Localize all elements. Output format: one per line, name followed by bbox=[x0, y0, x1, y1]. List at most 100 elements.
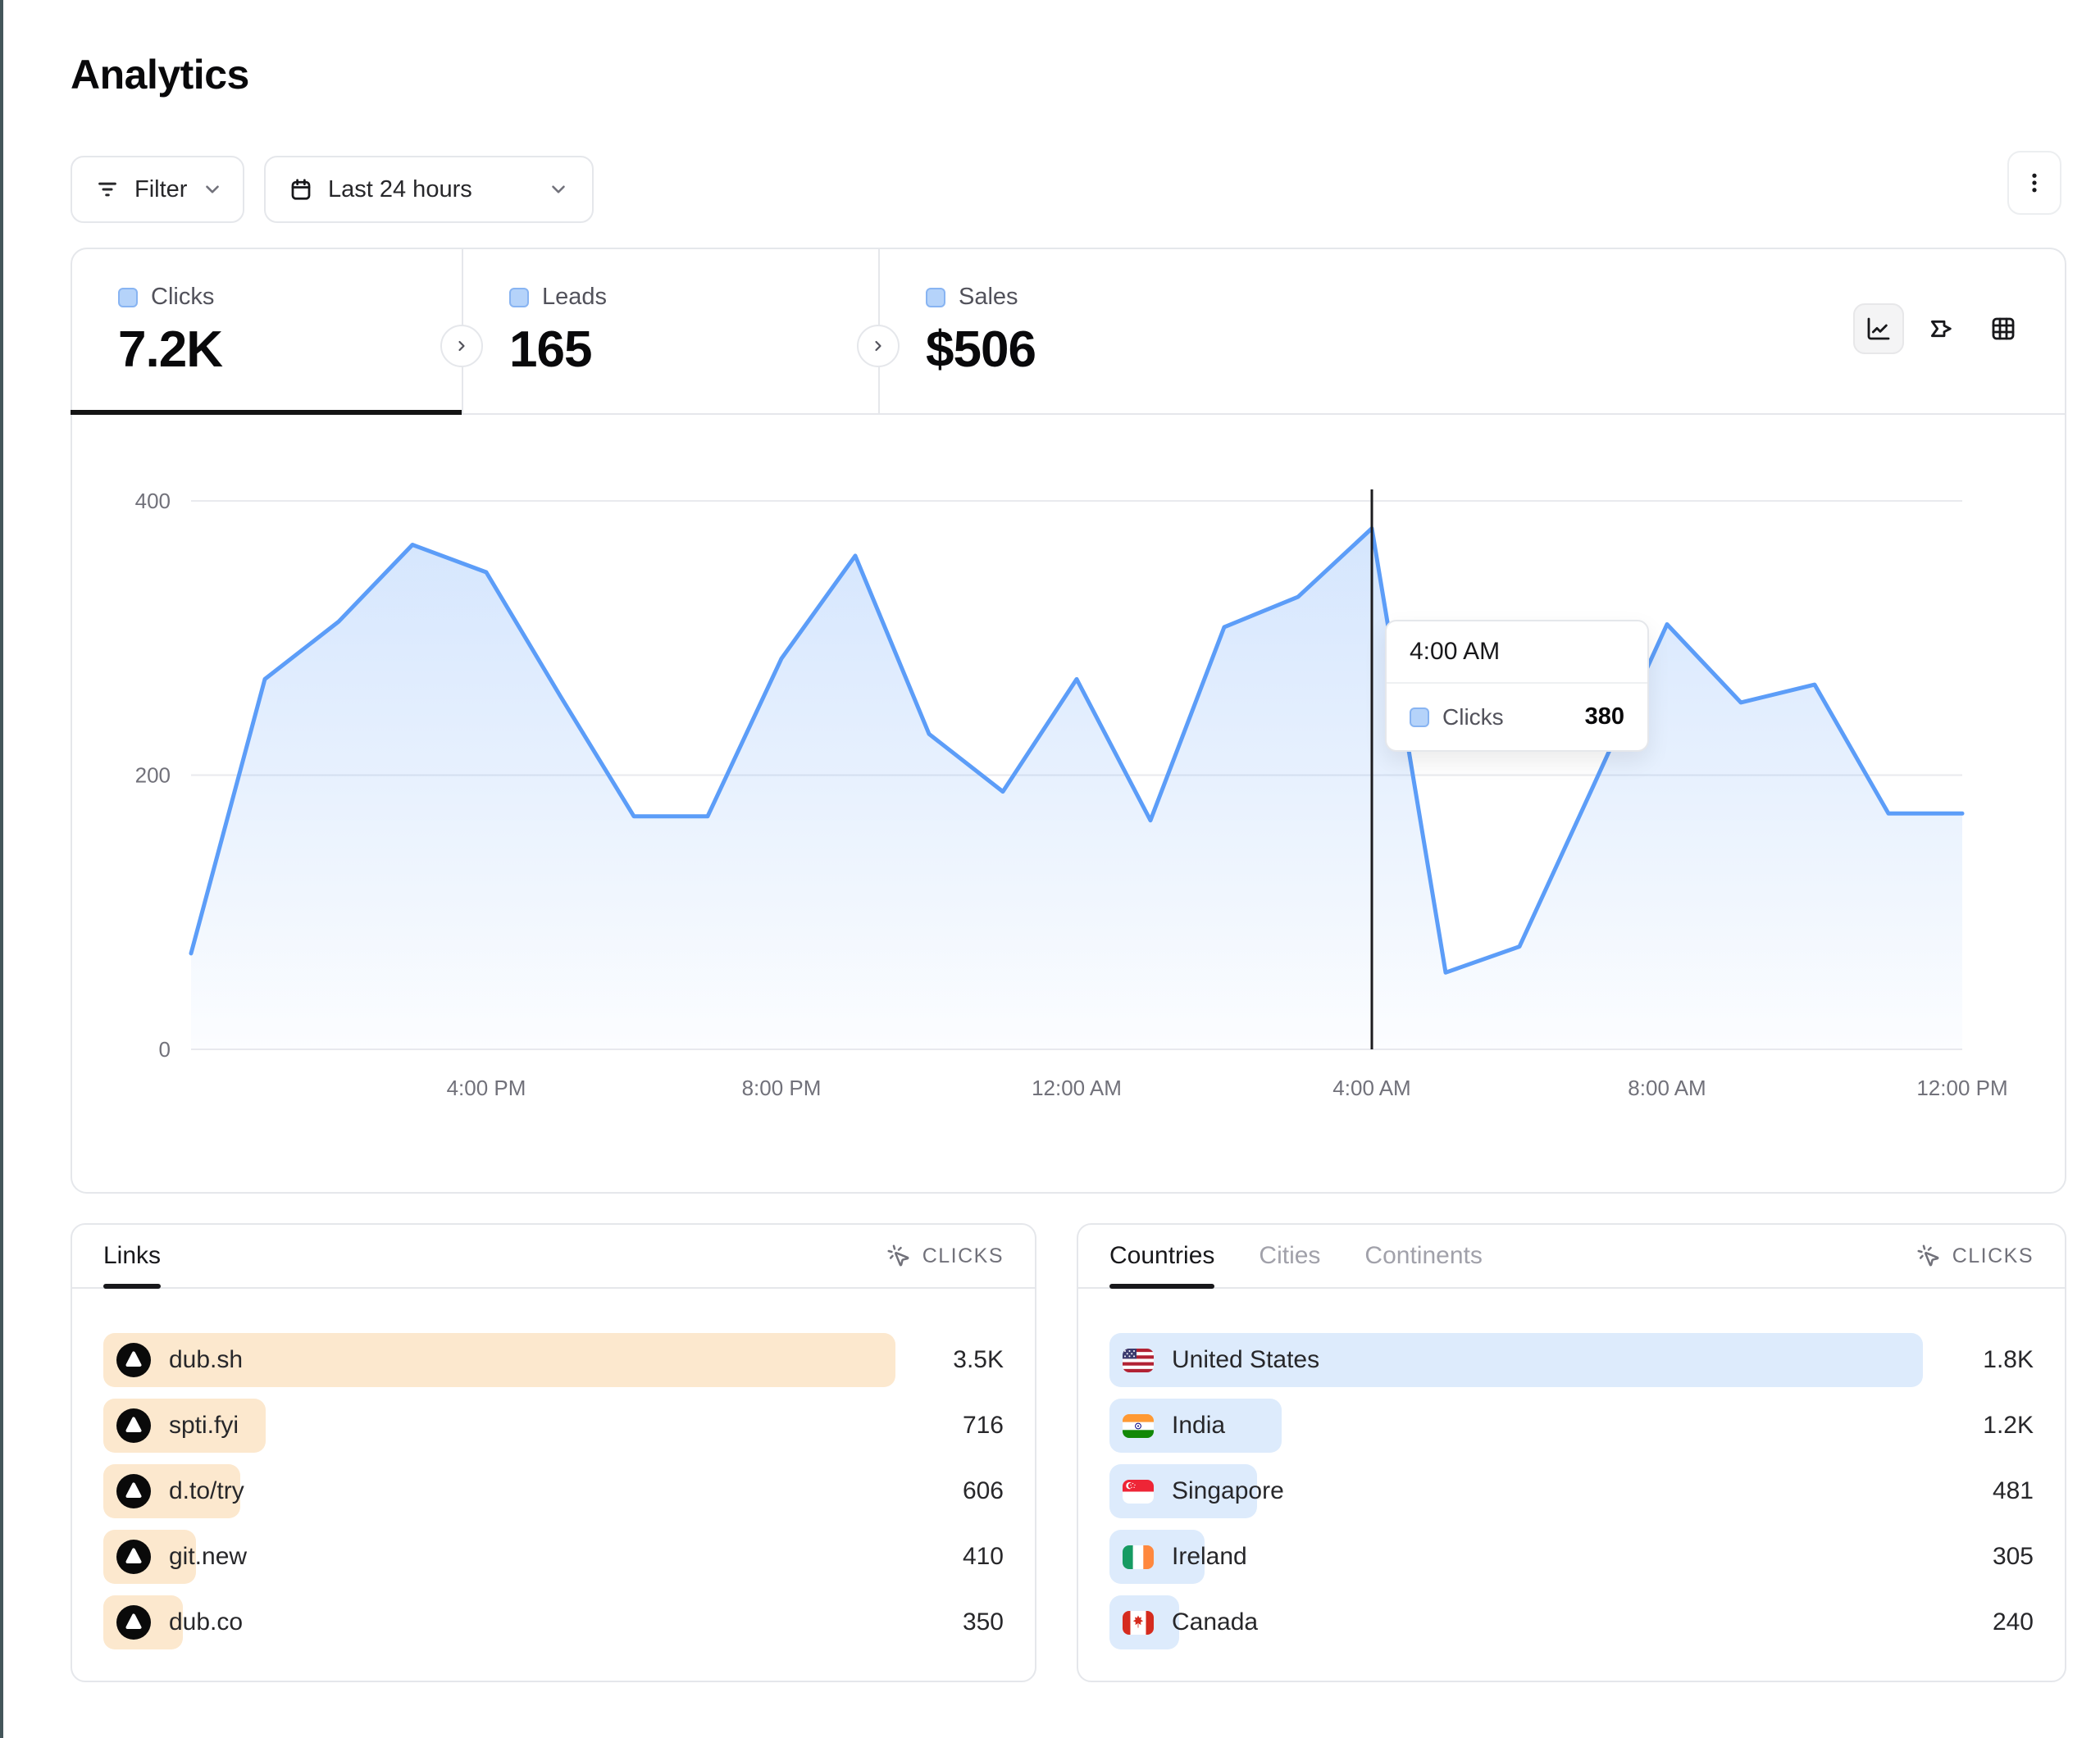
chart-canvas[interactable]: 02004004:00 PM8:00 PM12:00 AM4:00 AM8:00… bbox=[72, 413, 2065, 1192]
tooltip-series-label: Clicks bbox=[1442, 704, 1504, 730]
line-chart-toggle[interactable] bbox=[1853, 303, 1904, 354]
tab-continents[interactable]: Continents bbox=[1364, 1225, 1482, 1287]
y-axis-label: 200 bbox=[135, 763, 171, 788]
item-label: git.new bbox=[169, 1543, 247, 1571]
countries-metric-header[interactable]: CLICKS bbox=[1916, 1244, 2034, 1268]
item-label: Ireland bbox=[1172, 1543, 1247, 1571]
india-flag-icon bbox=[1123, 1414, 1154, 1438]
item-value: 305 bbox=[1993, 1530, 2034, 1584]
list-item[interactable]: dub.sh 3.5K bbox=[103, 1333, 1004, 1387]
stat-label: Clicks bbox=[151, 284, 214, 311]
chart-tooltip: 4:00 AM Clicks 380 bbox=[1385, 620, 1649, 752]
item-value: 716 bbox=[963, 1399, 1004, 1453]
dub-logo-icon bbox=[116, 1474, 151, 1508]
list-item[interactable]: Singapore 481 bbox=[1109, 1464, 2034, 1518]
stat-label: Sales bbox=[959, 284, 1018, 311]
stat-value: 165 bbox=[509, 321, 878, 379]
metric-label: CLICKS bbox=[922, 1244, 1004, 1268]
stat-tabs-row: Clicks 7.2K Leads 165 Sales $506 bbox=[72, 249, 2065, 415]
item-label: Canada bbox=[1172, 1608, 1258, 1636]
us-flag-icon bbox=[1123, 1349, 1154, 1372]
y-axis-label: 0 bbox=[159, 1037, 171, 1062]
item-label: d.to/try bbox=[169, 1477, 244, 1505]
table-grid-icon bbox=[1990, 316, 2016, 342]
tab-countries[interactable]: Countries bbox=[1109, 1225, 1214, 1287]
cursor-click-icon bbox=[1916, 1244, 1941, 1268]
chevron-right-icon bbox=[453, 338, 470, 354]
filter-button-label: Filter bbox=[134, 176, 187, 203]
item-value: 481 bbox=[1993, 1464, 2034, 1518]
chevron-down-icon bbox=[202, 179, 223, 200]
page-title: Analytics bbox=[71, 51, 249, 98]
item-value: 410 bbox=[963, 1530, 1004, 1584]
kebab-menu-icon bbox=[2022, 171, 2047, 195]
window-edge-strip bbox=[0, 0, 3, 1738]
tooltip-legend-swatch bbox=[1410, 707, 1429, 727]
area-fill bbox=[191, 529, 1962, 1050]
tooltip-value: 380 bbox=[1585, 703, 1624, 730]
countries-panel: Countries Cities Continents CLICKS United … bbox=[1077, 1223, 2066, 1682]
item-label: Singapore bbox=[1172, 1477, 1284, 1505]
list-item[interactable]: Ireland 305 bbox=[1109, 1530, 2034, 1584]
countries-panel-header: Countries Cities Continents CLICKS bbox=[1078, 1225, 2065, 1289]
stat-tab-leads[interactable]: Leads 165 bbox=[462, 249, 878, 413]
list-item[interactable]: United States 1.8K bbox=[1109, 1333, 2034, 1387]
chevron-right-icon bbox=[870, 338, 886, 354]
x-axis-label: 4:00 AM bbox=[1332, 1076, 1410, 1100]
dub-logo-icon bbox=[116, 1540, 151, 1574]
stat-value: 7.2K bbox=[118, 321, 462, 379]
tab-cities[interactable]: Cities bbox=[1259, 1225, 1320, 1287]
dub-logo-icon bbox=[116, 1605, 151, 1640]
dub-logo-icon bbox=[116, 1408, 151, 1443]
item-label: dub.sh bbox=[169, 1346, 243, 1374]
stat-tab-sales[interactable]: Sales $506 bbox=[878, 249, 1305, 413]
links-panel-header: Links CLICKS bbox=[72, 1225, 1035, 1289]
clicks-area-chart[interactable]: 02004004:00 PM8:00 PM12:00 AM4:00 AM8:00… bbox=[72, 413, 2065, 1192]
list-item[interactable]: India1.2K bbox=[1109, 1399, 2034, 1453]
leads-legend-swatch bbox=[509, 288, 529, 307]
links-metric-header[interactable]: CLICKS bbox=[886, 1244, 1004, 1268]
cursor-click-icon bbox=[886, 1244, 911, 1268]
stat-value: $506 bbox=[926, 321, 1305, 379]
list-item[interactable]: Canada 240 bbox=[1109, 1595, 2034, 1649]
dub-logo-icon bbox=[116, 1343, 151, 1377]
stat-label: Leads bbox=[542, 284, 607, 311]
filter-icon bbox=[95, 177, 120, 202]
sales-legend-swatch bbox=[926, 288, 945, 307]
item-value: 240 bbox=[1993, 1595, 2034, 1649]
item-value: 3.5K bbox=[953, 1333, 1004, 1387]
list-item[interactable]: dub.co350 bbox=[103, 1595, 1004, 1649]
item-label: spti.fyi bbox=[169, 1412, 239, 1440]
tooltip-time: 4:00 AM bbox=[1387, 621, 1647, 684]
stat-tab-clicks[interactable]: Clicks 7.2K bbox=[72, 249, 462, 413]
more-options-button[interactable] bbox=[2007, 151, 2061, 215]
calendar-icon bbox=[289, 177, 313, 202]
funnel-chart-toggle[interactable] bbox=[1916, 303, 1966, 354]
table-view-toggle[interactable] bbox=[1978, 303, 2029, 354]
clicks-legend-swatch bbox=[118, 288, 138, 307]
item-label: dub.co bbox=[169, 1608, 243, 1636]
date-range-label: Last 24 hours bbox=[328, 176, 472, 203]
list-item[interactable]: git.new 410 bbox=[103, 1530, 1004, 1584]
item-value: 1.8K bbox=[1983, 1333, 2034, 1387]
item-value: 606 bbox=[963, 1464, 1004, 1518]
ireland-flag-icon bbox=[1123, 1545, 1154, 1569]
expand-clicks-button[interactable] bbox=[440, 325, 483, 367]
x-axis-label: 12:00 AM bbox=[1032, 1076, 1122, 1100]
links-panel: Links CLICKS dub.sh 3.5K spti.fyi 716 d.to/t… bbox=[71, 1223, 1036, 1682]
filter-button[interactable]: Filter bbox=[71, 156, 244, 223]
y-axis-label: 400 bbox=[135, 489, 171, 513]
analytics-card: Clicks 7.2K Leads 165 Sales $506 bbox=[71, 248, 2066, 1194]
item-value: 1.2K bbox=[1983, 1399, 2034, 1453]
x-axis-label: 12:00 PM bbox=[1916, 1076, 2007, 1100]
metric-label: CLICKS bbox=[1952, 1244, 2034, 1268]
singapore-flag-icon bbox=[1123, 1480, 1154, 1504]
date-range-button[interactable]: Last 24 hours bbox=[264, 156, 594, 223]
item-label: United States bbox=[1172, 1346, 1319, 1374]
list-item[interactable]: spti.fyi 716 bbox=[103, 1399, 1004, 1453]
list-item[interactable]: d.to/try 606 bbox=[103, 1464, 1004, 1518]
x-axis-label: 4:00 PM bbox=[447, 1076, 526, 1100]
expand-leads-button[interactable] bbox=[857, 325, 900, 367]
chart-view-toggles bbox=[1853, 303, 2029, 354]
tab-links[interactable]: Links bbox=[103, 1225, 161, 1287]
